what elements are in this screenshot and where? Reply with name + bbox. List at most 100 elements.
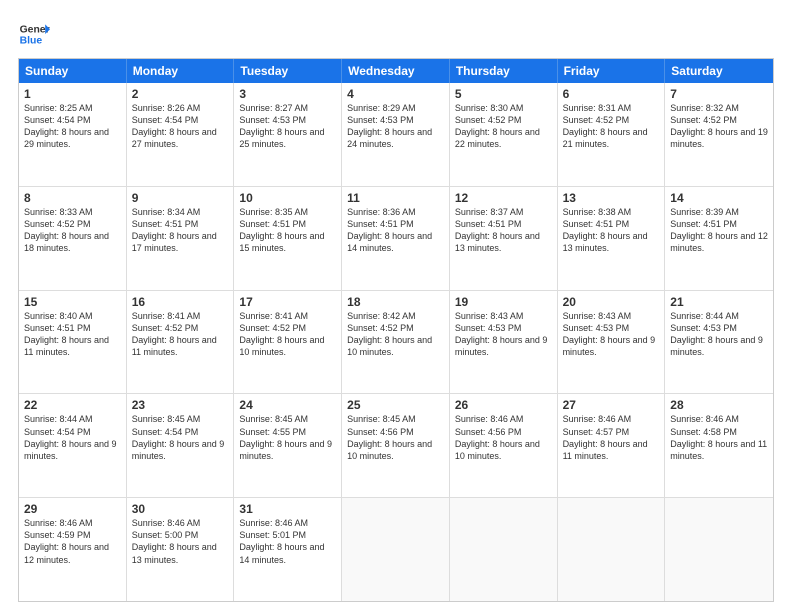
header-day: Sunday [19,59,127,83]
cell-sunrise: Sunrise: 8:43 AM [455,310,552,322]
header-day: Monday [127,59,235,83]
cell-sunrise: Sunrise: 8:27 AM [239,102,336,114]
cell-sunset: Sunset: 4:51 PM [455,218,552,230]
cell-sunset: Sunset: 4:52 PM [132,322,229,334]
cell-sunset: Sunset: 4:51 PM [347,218,444,230]
day-number: 17 [239,295,336,309]
calendar-cell [558,498,666,601]
cell-sunset: Sunset: 4:52 PM [563,114,660,126]
header-day: Tuesday [234,59,342,83]
cell-sunset: Sunset: 4:58 PM [670,426,768,438]
calendar-cell [342,498,450,601]
cell-sunset: Sunset: 4:54 PM [24,426,121,438]
cell-sunset: Sunset: 4:54 PM [24,114,121,126]
cell-daylight: Daylight: 8 hours and 12 minutes. [24,541,121,565]
calendar-cell: 10Sunrise: 8:35 AMSunset: 4:51 PMDayligh… [234,187,342,290]
calendar-cell: 25Sunrise: 8:45 AMSunset: 4:56 PMDayligh… [342,394,450,497]
cell-daylight: Daylight: 8 hours and 11 minutes. [24,334,121,358]
cell-sunrise: Sunrise: 8:45 AM [132,413,229,425]
calendar-cell: 1Sunrise: 8:25 AMSunset: 4:54 PMDaylight… [19,83,127,186]
day-number: 26 [455,398,552,412]
cell-sunrise: Sunrise: 8:40 AM [24,310,121,322]
day-number: 14 [670,191,768,205]
header-day: Friday [558,59,666,83]
cell-sunrise: Sunrise: 8:41 AM [132,310,229,322]
cell-sunrise: Sunrise: 8:46 AM [239,517,336,529]
day-number: 24 [239,398,336,412]
calendar-row: 15Sunrise: 8:40 AMSunset: 4:51 PMDayligh… [19,290,773,394]
page: General Blue SundayMondayTuesdayWednesda… [0,0,792,612]
cell-sunrise: Sunrise: 8:41 AM [239,310,336,322]
cell-sunset: Sunset: 4:57 PM [563,426,660,438]
cell-sunrise: Sunrise: 8:46 AM [132,517,229,529]
cell-daylight: Daylight: 8 hours and 27 minutes. [132,126,229,150]
calendar-row: 8Sunrise: 8:33 AMSunset: 4:52 PMDaylight… [19,186,773,290]
day-number: 1 [24,87,121,101]
svg-text:Blue: Blue [20,36,43,47]
calendar-header: SundayMondayTuesdayWednesdayThursdayFrid… [19,59,773,83]
day-number: 30 [132,502,229,516]
cell-daylight: Daylight: 8 hours and 10 minutes. [455,438,552,462]
cell-daylight: Daylight: 8 hours and 9 minutes. [132,438,229,462]
cell-sunrise: Sunrise: 8:38 AM [563,206,660,218]
cell-daylight: Daylight: 8 hours and 11 minutes. [670,438,768,462]
calendar-cell: 14Sunrise: 8:39 AMSunset: 4:51 PMDayligh… [665,187,773,290]
cell-daylight: Daylight: 8 hours and 9 minutes. [455,334,552,358]
cell-sunset: Sunset: 4:51 PM [24,322,121,334]
header-day: Thursday [450,59,558,83]
cell-daylight: Daylight: 8 hours and 25 minutes. [239,126,336,150]
day-number: 22 [24,398,121,412]
day-number: 28 [670,398,768,412]
calendar-cell: 20Sunrise: 8:43 AMSunset: 4:53 PMDayligh… [558,291,666,394]
cell-sunrise: Sunrise: 8:36 AM [347,206,444,218]
cell-sunrise: Sunrise: 8:25 AM [24,102,121,114]
cell-daylight: Daylight: 8 hours and 13 minutes. [132,541,229,565]
cell-daylight: Daylight: 8 hours and 10 minutes. [347,334,444,358]
calendar-cell: 26Sunrise: 8:46 AMSunset: 4:56 PMDayligh… [450,394,558,497]
cell-sunrise: Sunrise: 8:31 AM [563,102,660,114]
cell-sunset: Sunset: 4:52 PM [347,322,444,334]
cell-sunset: Sunset: 4:53 PM [455,322,552,334]
day-number: 8 [24,191,121,205]
calendar-cell [665,498,773,601]
cell-daylight: Daylight: 8 hours and 29 minutes. [24,126,121,150]
cell-sunset: Sunset: 4:51 PM [239,218,336,230]
cell-sunrise: Sunrise: 8:35 AM [239,206,336,218]
cell-sunset: Sunset: 4:55 PM [239,426,336,438]
calendar-cell: 13Sunrise: 8:38 AMSunset: 4:51 PMDayligh… [558,187,666,290]
calendar: SundayMondayTuesdayWednesdayThursdayFrid… [18,58,774,602]
day-number: 5 [455,87,552,101]
header-day: Wednesday [342,59,450,83]
cell-daylight: Daylight: 8 hours and 13 minutes. [563,230,660,254]
cell-daylight: Daylight: 8 hours and 9 minutes. [24,438,121,462]
cell-sunset: Sunset: 4:52 PM [670,114,768,126]
calendar-cell: 18Sunrise: 8:42 AMSunset: 4:52 PMDayligh… [342,291,450,394]
cell-sunrise: Sunrise: 8:32 AM [670,102,768,114]
calendar-cell [450,498,558,601]
calendar-cell: 29Sunrise: 8:46 AMSunset: 4:59 PMDayligh… [19,498,127,601]
day-number: 16 [132,295,229,309]
cell-sunrise: Sunrise: 8:46 AM [455,413,552,425]
day-number: 10 [239,191,336,205]
calendar-cell: 12Sunrise: 8:37 AMSunset: 4:51 PMDayligh… [450,187,558,290]
calendar-cell: 27Sunrise: 8:46 AMSunset: 4:57 PMDayligh… [558,394,666,497]
calendar-cell: 21Sunrise: 8:44 AMSunset: 4:53 PMDayligh… [665,291,773,394]
cell-sunrise: Sunrise: 8:46 AM [24,517,121,529]
cell-sunset: Sunset: 4:51 PM [132,218,229,230]
cell-daylight: Daylight: 8 hours and 11 minutes. [132,334,229,358]
day-number: 11 [347,191,444,205]
calendar-row: 22Sunrise: 8:44 AMSunset: 4:54 PMDayligh… [19,393,773,497]
cell-daylight: Daylight: 8 hours and 15 minutes. [239,230,336,254]
header: General Blue [18,18,774,50]
calendar-cell: 8Sunrise: 8:33 AMSunset: 4:52 PMDaylight… [19,187,127,290]
day-number: 9 [132,191,229,205]
calendar-cell: 9Sunrise: 8:34 AMSunset: 4:51 PMDaylight… [127,187,235,290]
cell-sunset: Sunset: 5:00 PM [132,529,229,541]
calendar-cell: 3Sunrise: 8:27 AMSunset: 4:53 PMDaylight… [234,83,342,186]
calendar-row: 29Sunrise: 8:46 AMSunset: 4:59 PMDayligh… [19,497,773,601]
day-number: 25 [347,398,444,412]
cell-sunrise: Sunrise: 8:29 AM [347,102,444,114]
day-number: 29 [24,502,121,516]
day-number: 6 [563,87,660,101]
cell-daylight: Daylight: 8 hours and 17 minutes. [132,230,229,254]
